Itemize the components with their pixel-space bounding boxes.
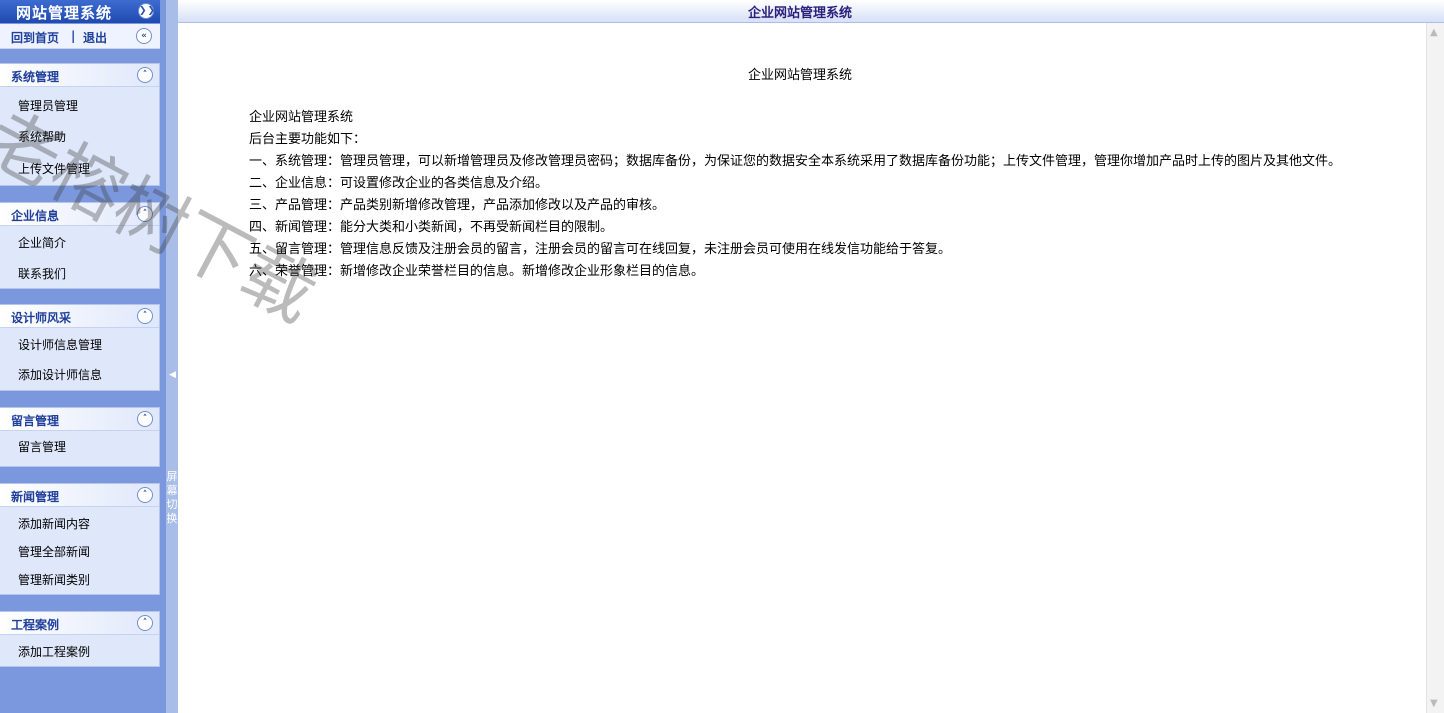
content-body: 企业网站管理系统 后台主要功能如下： 一、系统管理：管理员管理，可以新增管理员及… (249, 107, 1359, 283)
sidebar-splitter[interactable]: ◀ 屏幕切换 (166, 0, 178, 713)
menu-item-add-project[interactable]: 添加工程案例 (18, 643, 90, 660)
vertical-scrollbar[interactable]: ▲ ▼ (1426, 23, 1444, 713)
content-heading: 企业网站管理系统 (747, 68, 852, 83)
menu-item-manage-news[interactable]: 管理全部新闻 (18, 543, 90, 560)
home-link[interactable]: 回到首页 (11, 29, 59, 46)
content-line: 四、新闻管理：能分大类和小类新闻，不再受新闻栏目的限制。 (249, 220, 614, 235)
header-bar: 企业网站管理系统 (178, 0, 1444, 23)
menu-group-company: 企业信息 ˄ 企业简介 联系我们 (0, 202, 160, 289)
content-line: 后台主要功能如下： (249, 132, 367, 147)
menu-group-system: 系统管理 ˄ 管理员管理 系统帮助 上传文件管理 (0, 63, 160, 186)
menu-item-add-news[interactable]: 添加新闻内容 (18, 515, 90, 532)
link-separator: | (71, 29, 76, 43)
menu-item-upload-files[interactable]: 上传文件管理 (18, 160, 90, 177)
menu-group-header[interactable]: 工程案例 ˄ (0, 612, 159, 635)
double-chevron-left-icon[interactable]: « (136, 28, 152, 44)
menu-item-company-intro[interactable]: 企业简介 (18, 234, 66, 251)
double-chevron-up-icon[interactable]: ˄ (137, 67, 153, 83)
page-title: 企业网站管理系统 (747, 6, 852, 21)
menu-group-title: 工程案例 (11, 618, 60, 632)
menu-group-news: 新闻管理 ˄ 添加新闻内容 管理全部新闻 管理新闻类别 (0, 483, 160, 595)
sidebar-links: 回到首页 | 退出 « (0, 24, 160, 49)
menu-group-designers: 设计师风采 ˄ 设计师信息管理 添加设计师信息 (0, 304, 160, 391)
menu-group-header[interactable]: 留言管理 ˄ (0, 408, 159, 431)
triangle-left-icon[interactable]: ◀ (169, 370, 176, 380)
content-line: 五、留言管理：管理信息反馈及注册会员的留言，注册会员的留言可在线回复，未注册会员… (249, 242, 952, 257)
menu-group-title: 新闻管理 (11, 490, 60, 504)
double-chevron-up-icon[interactable]: ˄ (137, 615, 153, 631)
menu-group-header[interactable]: 新闻管理 ˄ (0, 484, 159, 507)
menu-group-messages: 留言管理 ˄ 留言管理 (0, 407, 160, 467)
menu-group-header[interactable]: 系统管理 ˄ (0, 64, 159, 87)
main-content: 企业网站管理系统 企业网站管理系统 后台主要功能如下： 一、系统管理：管理员管理… (178, 23, 1426, 713)
menu-item-contact[interactable]: 联系我们 (18, 265, 66, 282)
menu-group-title: 系统管理 (11, 70, 60, 84)
content-line: 六、荣誉管理：新增修改企业荣誉栏目的信息。新增修改企业形象栏目的信息。 (249, 264, 705, 279)
menu-group-projects: 工程案例 ˄ 添加工程案例 (0, 611, 160, 667)
double-chevron-up-icon[interactable]: ˄ (137, 206, 153, 222)
double-chevron-up-icon[interactable]: ˄ (137, 308, 153, 324)
menu-group-title: 企业信息 (11, 209, 60, 223)
double-chevron-up-icon[interactable]: ˄ (137, 487, 153, 503)
double-chevron-up-icon[interactable]: ˄ (137, 411, 153, 427)
screen-switch-toggle[interactable]: 屏幕切换 (166, 470, 178, 526)
content-line: 二、企业信息：可设置修改企业的各类信息及介绍。 (249, 176, 549, 191)
menu-item-admin[interactable]: 管理员管理 (18, 97, 78, 114)
menu-item-designer-info[interactable]: 设计师信息管理 (18, 336, 102, 353)
menu-item-messages[interactable]: 留言管理 (18, 438, 66, 455)
logout-link[interactable]: 退出 (83, 29, 107, 46)
sidebar-title-bar: 网站管理系统 ❯❯ (0, 0, 160, 23)
menu-group-title: 留言管理 (11, 414, 60, 428)
menu-group-header[interactable]: 企业信息 ˄ (0, 203, 159, 226)
sidebar-title: 网站管理系统 (16, 4, 113, 22)
scroll-up-icon[interactable]: ▲ (1430, 27, 1438, 38)
menu-item-help[interactable]: 系统帮助 (18, 128, 66, 145)
menu-item-news-categories[interactable]: 管理新闻类别 (18, 571, 90, 588)
content-line: 一、系统管理：管理员管理，可以新增管理员及修改管理员密码；数据库备份，为保证您的… (249, 154, 1342, 169)
menu-group-header[interactable]: 设计师风采 ˄ (0, 305, 159, 328)
sidebar: 网站管理系统 ❯❯ 回到首页 | 退出 « 系统管理 ˄ 管理员管理 系统帮助 … (0, 0, 166, 713)
menu-item-add-designer[interactable]: 添加设计师信息 (18, 366, 102, 383)
scroll-down-icon[interactable]: ▼ (1430, 698, 1438, 709)
content-line: 三、产品管理：产品类别新增修改管理，产品添加修改以及产品的审核。 (249, 198, 666, 213)
content-line: 企业网站管理系统 (249, 110, 354, 125)
double-chevron-down-icon[interactable]: ❯❯ (138, 3, 155, 19)
menu-group-title: 设计师风采 (11, 311, 72, 325)
